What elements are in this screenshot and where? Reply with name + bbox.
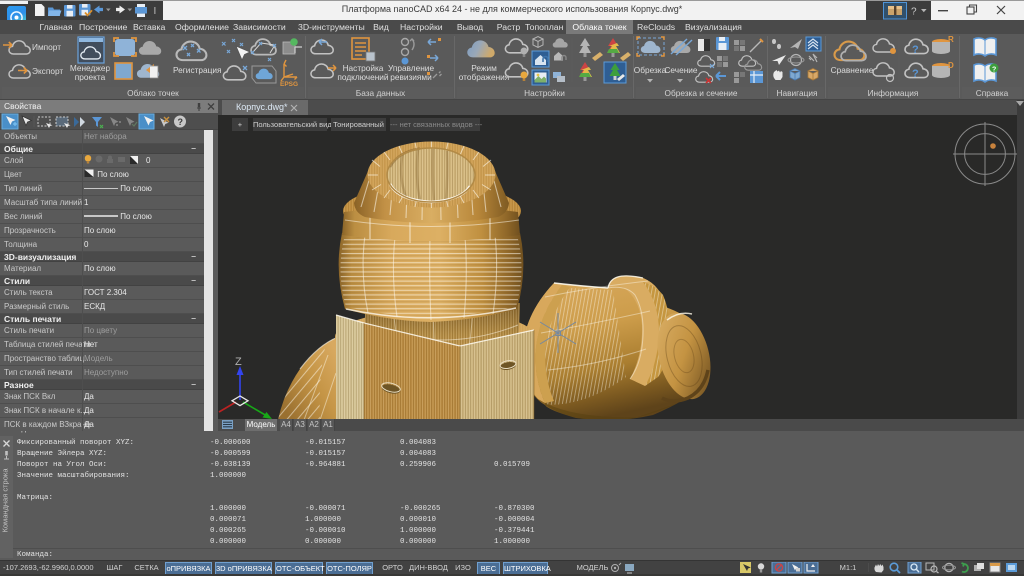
svg-text:EPSG: EPSG — [280, 81, 298, 88]
svg-text:?: ? — [912, 44, 919, 56]
svg-text:D: D — [948, 61, 954, 70]
svg-text:?: ? — [178, 117, 184, 127]
svg-text:R: R — [948, 35, 954, 44]
svg-text:?: ? — [992, 67, 996, 74]
svg-text:Z: Z — [235, 356, 242, 368]
svg-text:?: ? — [912, 68, 919, 80]
svg-text:?: ? — [911, 7, 917, 18]
